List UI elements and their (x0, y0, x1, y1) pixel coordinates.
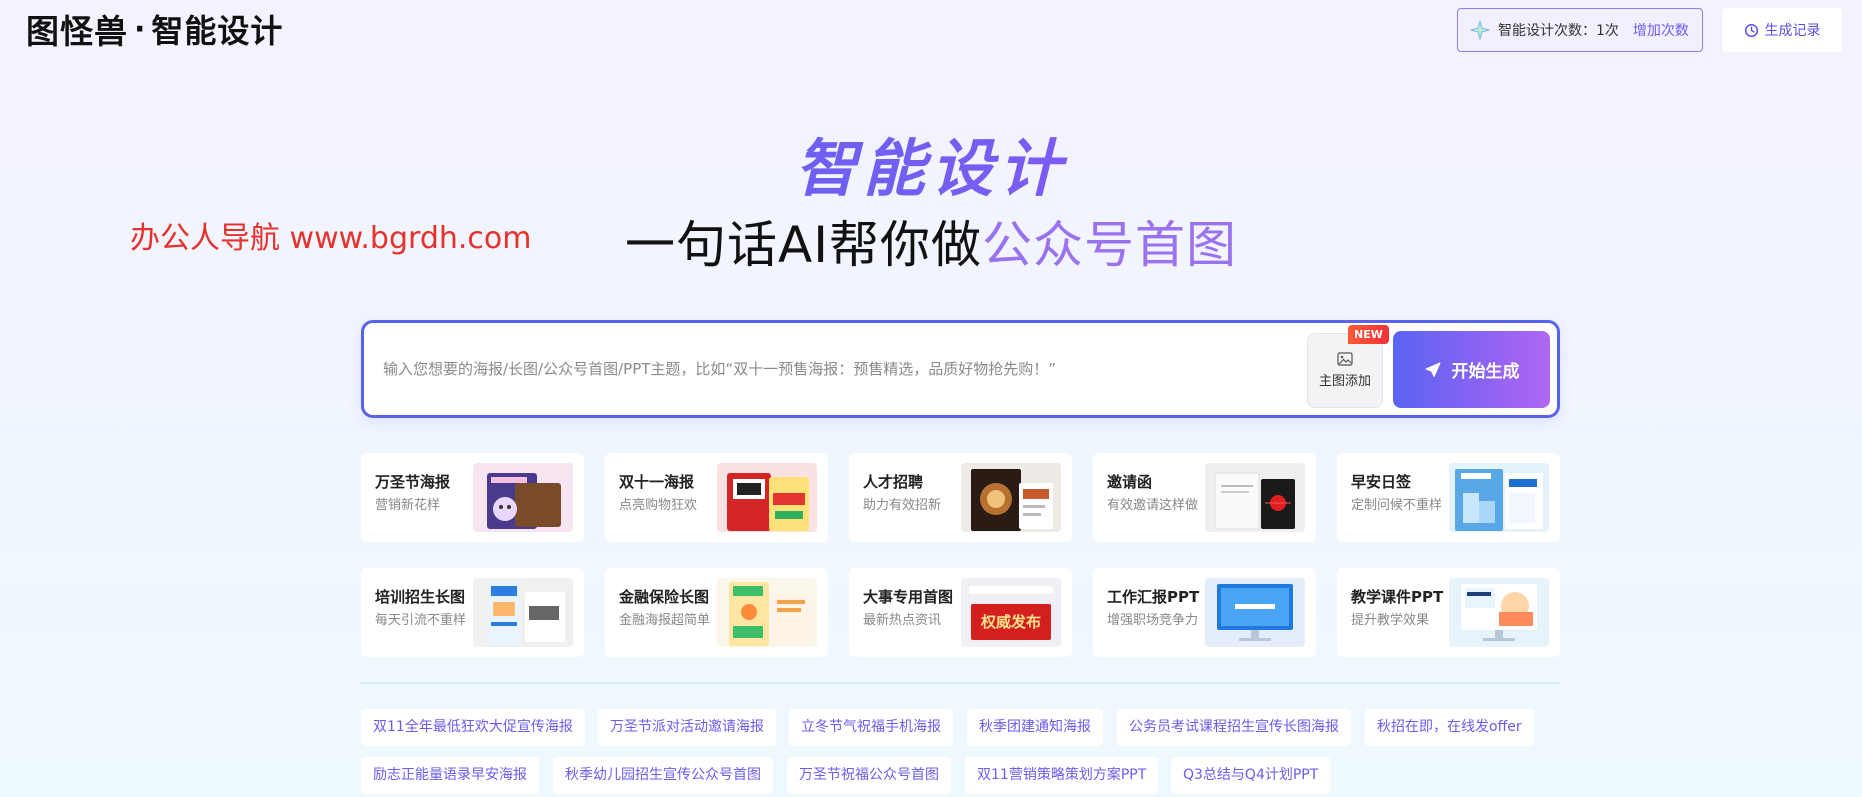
suggestion-tag[interactable]: 秋招在即，在线发offer (1365, 709, 1534, 746)
logo-brand: 图怪兽 (26, 12, 128, 51)
page-title: 智能设计 (0, 118, 1862, 208)
template-card[interactable]: 早安日签 定制问候不重样 (1337, 453, 1560, 542)
report-ppt-thumbnail (1205, 578, 1305, 647)
template-title: 人才招聘 (863, 473, 924, 491)
template-desc: 增强职场竞争力 (1107, 613, 1199, 628)
suggestion-tag[interactable]: 双11营销策略策划方案PPT (965, 757, 1159, 794)
template-card[interactable]: 人才招聘 助力有效招新 (849, 453, 1072, 542)
news-cover-thumbnail: 权威发布 (961, 578, 1061, 647)
template-card[interactable]: 邀请函 有效邀请这样做 (1093, 453, 1316, 542)
generate-label: 开始生成 (1451, 362, 1520, 382)
header: 图怪兽 · 智能设计 智能设计次数：1次 增加次数 生成记录 (0, 0, 1862, 60)
history-button[interactable]: 生成记录 (1722, 8, 1842, 52)
template-desc: 营销新花样 (375, 498, 441, 513)
logo-separator: · (134, 11, 146, 47)
template-desc: 最新热点资讯 (863, 613, 942, 628)
template-card[interactable]: 培训招生长图 每天引流不重样 (361, 568, 584, 657)
suggestion-tag[interactable]: 秋季幼儿园招生宣传公众号首图 (553, 757, 773, 794)
recruit-poster-thumbnail (961, 463, 1061, 532)
generate-button[interactable]: 开始生成 (1393, 331, 1550, 408)
suggestion-tag[interactable]: 万圣节祝福公众号首图 (787, 757, 951, 794)
template-card[interactable]: 大事专用首图 最新热点资讯 权威发布 (849, 568, 1072, 657)
template-title: 培训招生长图 (375, 588, 466, 606)
suggestion-tag[interactable]: 公务员考试课程招生宣传长图海报 (1117, 709, 1351, 746)
sparkle-icon (1470, 20, 1490, 40)
suggestion-tag[interactable]: 秋季团建通知海报 (967, 709, 1103, 746)
suggestion-tag[interactable]: Q3总结与Q4计划PPT (1171, 757, 1331, 794)
template-desc: 金融海报超简单 (619, 613, 711, 628)
template-title: 工作汇报PPT (1107, 588, 1200, 606)
template-title: 教学课件PPT (1351, 588, 1444, 606)
history-label: 生成记录 (1764, 23, 1821, 39)
template-title: 万圣节海报 (375, 473, 451, 491)
suggestion-tag[interactable]: 励志正能量语录早安海报 (361, 757, 539, 794)
template-card[interactable]: 万圣节海报 营销新花样 (361, 453, 584, 542)
template-desc: 提升教学效果 (1351, 613, 1430, 628)
template-desc: 点亮购物狂欢 (619, 498, 698, 513)
template-title: 邀请函 (1107, 473, 1153, 491)
template-card[interactable]: 双十一海报 点亮购物狂欢 (605, 453, 828, 542)
template-desc: 定制问候不重样 (1351, 498, 1443, 513)
quota-label: 智能设计次数：1次 (1498, 23, 1619, 39)
template-card[interactable]: 工作汇报PPT 增强职场竞争力 (1093, 568, 1316, 657)
suggestion-tag[interactable]: 立冬节气祝福手机海报 (789, 709, 953, 746)
morning-sign-thumbnail (1449, 463, 1549, 532)
template-title: 大事专用首图 (863, 588, 954, 606)
prompt-box: 主图添加 NEW 开始生成 (361, 320, 1560, 418)
subtitle-prefix: 一句话AI帮你做 (625, 216, 982, 274)
add-image-label: 主图添加 (1318, 374, 1371, 389)
halloween-poster-thumbnail (473, 463, 573, 532)
thumb-bar (969, 586, 1053, 594)
divider (361, 682, 1560, 684)
prompt-input[interactable] (383, 351, 1273, 387)
quota-panel: 智能设计次数：1次 增加次数 (1457, 8, 1703, 52)
template-card[interactable]: 教学课件PPT 提升教学效果 (1337, 568, 1560, 657)
template-title: 早安日签 (1351, 473, 1412, 491)
logo-product: 智能设计 (151, 12, 284, 50)
template-desc: 有效邀请这样做 (1107, 498, 1199, 513)
add-quota-link[interactable]: 增加次数 (1633, 20, 1689, 40)
template-title: 金融保险长图 (619, 588, 710, 606)
watermark-text: 办公人导航 www.bgrdh.com (130, 221, 532, 256)
finance-long-thumbnail (717, 578, 817, 647)
training-long-thumbnail (473, 578, 573, 647)
teaching-ppt-thumbnail (1449, 578, 1549, 647)
suggestion-tag[interactable]: 万圣节派对活动邀请海报 (598, 709, 776, 746)
suggestion-tag[interactable]: 双11全年最低狂欢大促宣传海报 (361, 709, 585, 746)
double11-poster-thumbnail (717, 463, 817, 532)
template-desc: 每天引流不重样 (375, 613, 467, 628)
logo[interactable]: 图怪兽 · 智能设计 (26, 8, 284, 52)
template-desc: 助力有效招新 (863, 498, 942, 513)
history-icon (1744, 23, 1758, 37)
template-title: 双十一海报 (619, 473, 695, 491)
invitation-thumbnail (1205, 463, 1305, 532)
news-cover-text: 权威发布 (971, 604, 1051, 640)
template-card[interactable]: 金融保险长图 金融海报超简单 (605, 568, 828, 657)
new-badge: NEW (1348, 325, 1389, 344)
subtitle-highlight: 公众号首图 (981, 216, 1237, 274)
image-icon (1337, 352, 1353, 366)
send-icon (1425, 362, 1440, 377)
add-image-button[interactable]: 主图添加 (1307, 333, 1383, 408)
